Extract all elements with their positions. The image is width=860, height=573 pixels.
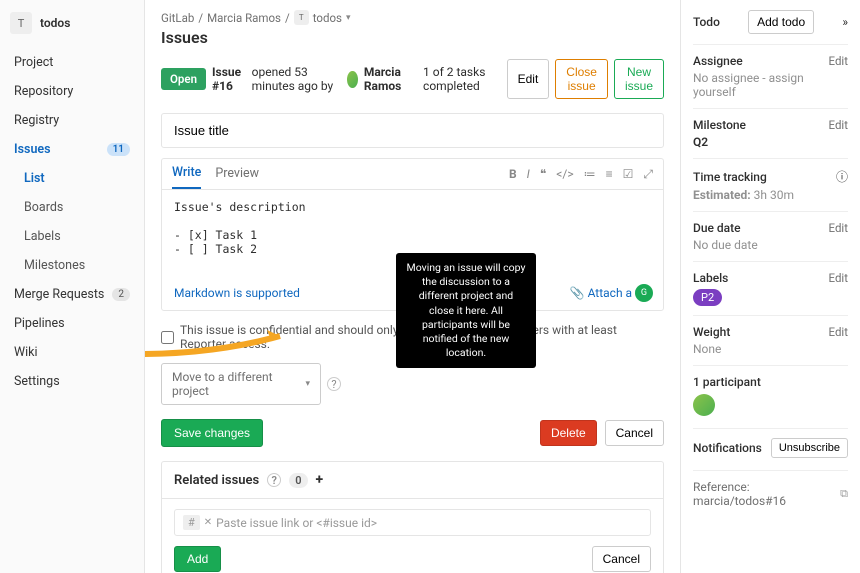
bold-icon[interactable]: B [509, 167, 517, 182]
issues-count-badge: 11 [107, 143, 130, 156]
issue-id: Issue #16 [212, 65, 246, 93]
milestone-value: Q2 [693, 135, 848, 149]
notifications-label: Notifications [693, 441, 762, 455]
reference-label: Reference: [693, 480, 750, 494]
due-date-value: No due date [693, 238, 848, 252]
author-name[interactable]: Marcia Ramos [364, 65, 413, 93]
code-icon[interactable]: </> [556, 167, 573, 182]
save-button[interactable]: Save changes [161, 419, 263, 447]
info-icon[interactable]: ⓘ [836, 168, 848, 185]
edit-assignee[interactable]: Edit [829, 54, 848, 68]
related-issue-input[interactable]: # ✕ Paste issue link or <#issue id> [174, 509, 651, 536]
sidebar-sub-boards[interactable]: Boards [0, 193, 144, 222]
due-date-label: Due date [693, 221, 741, 235]
right-sidebar: Todo Add todo » Assignee Edit No assignee… [680, 0, 860, 573]
paperclip-icon: 📎 [570, 286, 585, 300]
sidebar-item-pipelines[interactable]: Pipelines [0, 309, 144, 338]
assignee-label: Assignee [693, 54, 743, 68]
confidential-checkbox[interactable] [161, 331, 174, 344]
add-related-icon[interactable]: + [316, 472, 324, 488]
help-icon[interactable]: ? [327, 377, 341, 391]
list-bulleted-icon[interactable]: ≔ [584, 167, 596, 182]
unsubscribe-button[interactable]: Unsubscribe [771, 438, 848, 458]
move-project-dropdown[interactable]: Move to a different project▾ [161, 363, 321, 405]
markdown-hint[interactable]: Markdown is supported [174, 286, 300, 300]
move-project-row: Move to a different project▾ ? [161, 363, 664, 405]
sidebar-item-repository[interactable]: Repository [0, 77, 144, 106]
todo-label: Todo [693, 15, 720, 29]
sidebar-item-project[interactable]: Project [0, 48, 144, 77]
issue-header: Open Issue #16 opened 53 minutes ago by … [161, 59, 664, 99]
sidebar-project-header[interactable]: T todos [0, 6, 144, 40]
sidebar: T todos Project Repository Registry Issu… [0, 0, 145, 573]
assignee-value[interactable]: No assignee - assign yourself [693, 71, 848, 99]
related-placeholder: Paste issue link or <#issue id> [216, 516, 377, 530]
time-tracking-label: Time tracking [693, 170, 767, 184]
edit-due-date[interactable]: Edit [829, 221, 848, 235]
reference-value: marcia/todos#16 [693, 494, 786, 508]
sidebar-item-issues[interactable]: Issues11 [0, 135, 144, 164]
cancel-related-button[interactable]: Cancel [592, 546, 651, 572]
label-pill[interactable]: P2 [693, 289, 722, 306]
new-issue-button[interactable]: New issue [614, 59, 664, 99]
hash-chip: # [183, 515, 200, 530]
sidebar-sub-labels[interactable]: Labels [0, 222, 144, 251]
main-content: GitLab / Marcia Ramos / T todos ▾ Issues… [145, 0, 680, 573]
tab-preview[interactable]: Preview [215, 166, 259, 188]
page-title: Issues [161, 28, 664, 47]
sidebar-item-wiki[interactable]: Wiki [0, 338, 144, 367]
related-title: Related issues [174, 473, 259, 488]
collapse-sidebar-icon[interactable]: » [842, 15, 848, 29]
participant-avatar[interactable] [693, 394, 715, 416]
labels-label: Labels [693, 271, 728, 285]
task-list-icon[interactable]: ☑ [623, 167, 634, 182]
breadcrumb-project[interactable]: todos [313, 11, 342, 25]
sidebar-item-merge-requests[interactable]: Merge Requests2 [0, 280, 144, 309]
close-issue-button[interactable]: Close issue [555, 59, 608, 99]
add-todo-button[interactable]: Add todo [748, 10, 814, 34]
edit-milestone[interactable]: Edit [829, 118, 848, 132]
mr-count-badge: 2 [112, 288, 130, 301]
related-issues-card: Related issues ? 0 + # ✕ Paste issue lin… [161, 461, 664, 573]
breadcrumb: GitLab / Marcia Ramos / T todos ▾ [161, 10, 664, 25]
time-estimated: Estimated: 3h 30m [693, 188, 848, 202]
italic-icon[interactable]: I [527, 167, 530, 182]
edit-button[interactable]: Edit [507, 59, 550, 99]
sidebar-sub-milestones[interactable]: Milestones [0, 251, 144, 280]
tasks-summary: 1 of 2 tasks completed [423, 65, 501, 93]
quote-icon[interactable]: ❝ [540, 167, 546, 182]
edit-weight[interactable]: Edit [829, 325, 848, 339]
breadcrumb-user[interactable]: Marcia Ramos [207, 11, 281, 25]
breadcrumb-project-avatar: T [294, 10, 309, 25]
fullscreen-icon[interactable]: ⤢ [643, 167, 653, 182]
clear-chip-icon[interactable]: ✕ [204, 517, 212, 528]
sidebar-sub-list[interactable]: List [0, 164, 144, 193]
milestone-label: Milestone [693, 118, 746, 132]
move-tooltip: Moving an issue will copy the discussion… [396, 253, 536, 368]
breadcrumb-root[interactable]: GitLab [161, 11, 194, 25]
participants-label: 1 participant [693, 375, 848, 389]
grammarly-icon[interactable]: G [635, 284, 653, 302]
author-avatar[interactable] [347, 71, 358, 88]
delete-button[interactable]: Delete [540, 420, 597, 446]
issue-title-input[interactable] [161, 113, 664, 148]
copy-icon[interactable]: ⧉ [840, 487, 848, 501]
weight-value: None [693, 342, 848, 356]
project-name: todos [40, 16, 70, 30]
tab-write[interactable]: Write [172, 165, 201, 189]
edit-labels[interactable]: Edit [829, 271, 848, 285]
sidebar-item-registry[interactable]: Registry [0, 106, 144, 135]
sidebar-item-settings[interactable]: Settings [0, 367, 144, 396]
status-badge: Open [161, 68, 206, 90]
issue-opened-text: opened 53 minutes ago by [252, 65, 341, 93]
related-count: 0 [289, 473, 307, 488]
help-icon[interactable]: ? [267, 473, 281, 487]
chevron-down-icon[interactable]: ▾ [346, 13, 351, 23]
weight-label: Weight [693, 325, 730, 339]
chevron-down-icon: ▾ [305, 379, 310, 389]
list-numbered-icon[interactable]: ≡ [606, 167, 613, 182]
add-related-button[interactable]: Add [174, 546, 221, 572]
project-avatar: T [10, 12, 32, 34]
cancel-button[interactable]: Cancel [605, 420, 664, 446]
